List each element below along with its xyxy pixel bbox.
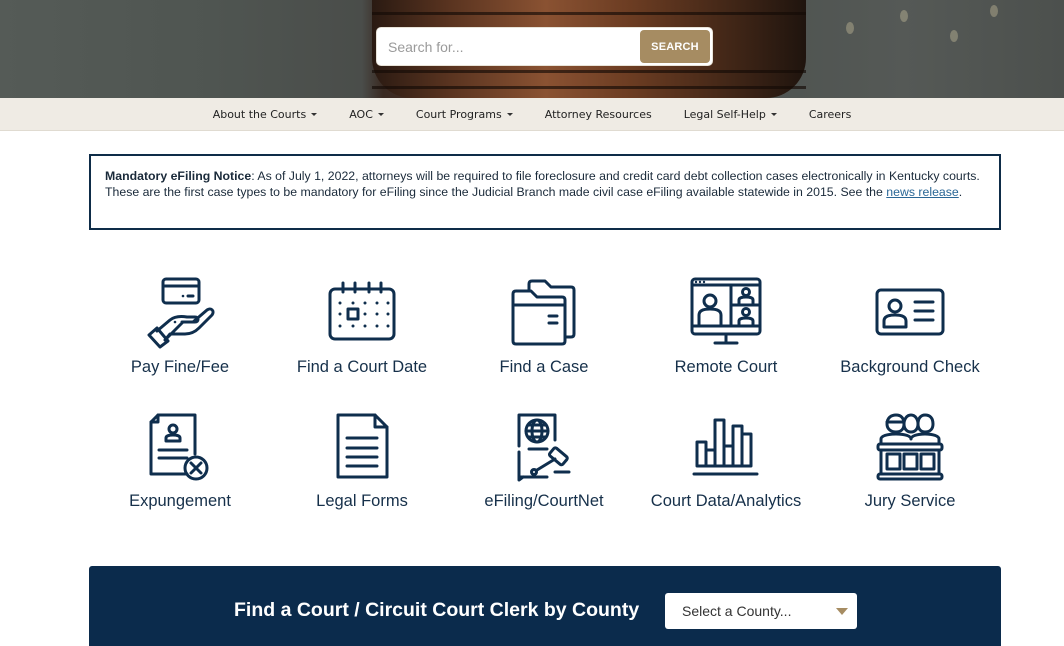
main-nav: About the Courts AOC Court Programs Atto…: [0, 98, 1064, 131]
county-finder-title: Find a Court / Circuit Court Clerk by Co…: [234, 599, 640, 621]
tile-label: Pay Fine/Fee: [130, 358, 230, 376]
tile-legal-forms[interactable]: Legal Forms: [271, 404, 453, 524]
tile-label: Find a Court Date: [296, 358, 428, 376]
notice-title: Mandatory eFiling Notice: [105, 169, 252, 183]
nav-item-court-programs[interactable]: Court Programs: [400, 108, 529, 121]
tile-pay-fine-fee[interactable]: Pay Fine/Fee: [89, 270, 271, 390]
document-icon: [336, 413, 389, 479]
efiling-notice: Mandatory eFiling Notice: As of July 1, …: [89, 154, 1001, 230]
video-conference-icon: [690, 277, 762, 345]
tile-court-data-analytics[interactable]: Court Data/Analytics: [635, 404, 817, 524]
hero-banner: SEARCH: [0, 0, 1064, 98]
jury-box-icon: [876, 413, 944, 481]
caret-down-icon: [506, 113, 513, 116]
tile-label: Find a Case: [499, 358, 589, 376]
hand-card-icon: [147, 277, 215, 349]
tile-background-check[interactable]: Background Check: [819, 270, 1001, 390]
document-remove-icon: [149, 413, 209, 481]
search-button[interactable]: SEARCH: [640, 30, 710, 63]
caret-down-icon: [770, 113, 777, 116]
nav-item-aoc[interactable]: AOC: [333, 108, 400, 121]
globe-gavel-document-icon: [517, 413, 571, 482]
nav-item-attorney-resources[interactable]: Attorney Resources: [529, 108, 668, 121]
tile-efiling-courtnet[interactable]: eFiling/CourtNet: [453, 404, 635, 524]
tile-label: Jury Service: [864, 492, 956, 510]
tile-label: Background Check: [840, 358, 980, 376]
tile-label: Remote Court: [674, 358, 778, 376]
tile-expungement[interactable]: Expungement: [89, 404, 271, 524]
county-select[interactable]: Select a County...: [665, 593, 857, 629]
tile-label: eFiling/CourtNet: [484, 492, 604, 510]
tile-find-court-date[interactable]: Find a Court Date: [271, 270, 453, 390]
news-release-link[interactable]: news release: [886, 185, 958, 199]
search-form: SEARCH: [376, 27, 713, 66]
nav-item-legal-self-help[interactable]: Legal Self-Help: [668, 108, 793, 121]
tile-label: Legal Forms: [316, 492, 408, 510]
tile-label: Court Data/Analytics: [650, 492, 802, 510]
nav-item-about-the-courts[interactable]: About the Courts: [197, 108, 334, 121]
calendar-icon: [328, 281, 396, 341]
chevron-down-icon: [836, 608, 848, 615]
tile-find-a-case[interactable]: Find a Case: [453, 270, 635, 390]
caret-down-icon: [377, 113, 384, 116]
nav-item-careers[interactable]: Careers: [793, 108, 868, 121]
caret-down-icon: [311, 113, 318, 116]
county-select-value: Select a County...: [682, 603, 792, 619]
tile-remote-court[interactable]: Remote Court: [635, 270, 817, 390]
id-card-icon: [875, 288, 945, 336]
search-input[interactable]: [377, 28, 639, 65]
county-finder: Find a Court / Circuit Court Clerk by Co…: [89, 566, 1001, 646]
bar-chart-icon: [692, 418, 759, 476]
tile-label: Expungement: [129, 492, 231, 510]
folder-icon: [511, 279, 576, 346]
tile-jury-service[interactable]: Jury Service: [819, 404, 1001, 524]
